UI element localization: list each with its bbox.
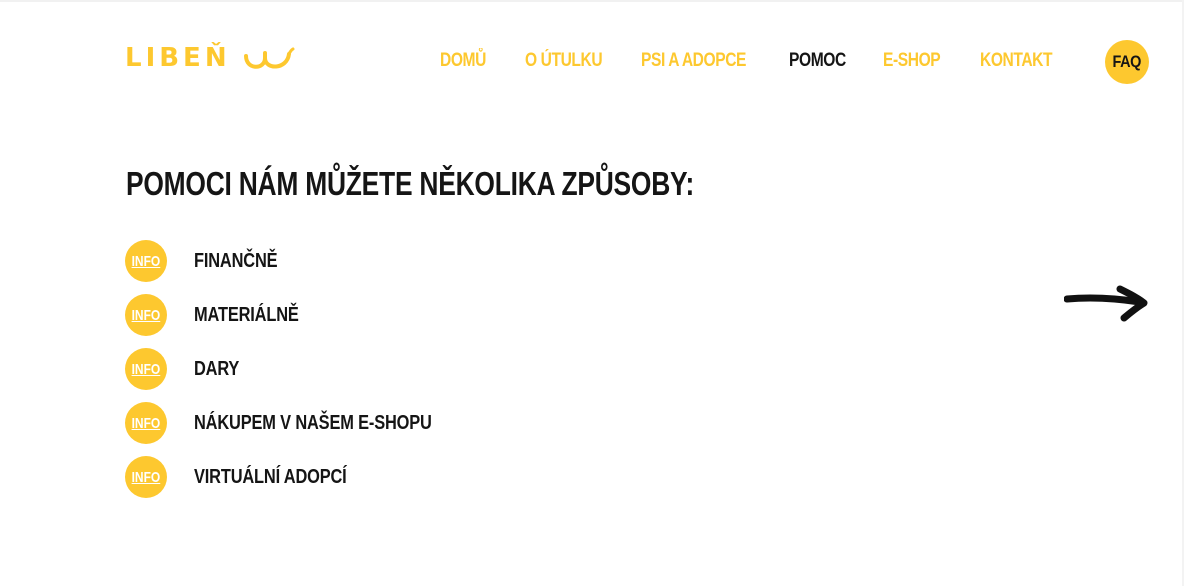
- nav-item-e-shop[interactable]: E-SHOP: [883, 50, 963, 72]
- info-badge[interactable]: INFO: [125, 294, 167, 336]
- nav-item-pomoc[interactable]: POMOC: [789, 50, 866, 72]
- help-option-materialne[interactable]: MATERIÁLNĚ: [194, 304, 299, 327]
- info-badge[interactable]: INFO: [125, 240, 167, 282]
- list-item: INFO FINANČNĚ: [125, 240, 484, 282]
- info-badge-label: INFO: [131, 414, 161, 432]
- info-badge[interactable]: INFO: [125, 456, 167, 498]
- help-options-list: INFO FINANČNĚ INFO MATERIÁLNĚ INFO DARY …: [125, 240, 484, 510]
- faq-button[interactable]: FAQ: [1105, 40, 1149, 84]
- help-option-virtualni-adopce[interactable]: VIRTUÁLNÍ ADOPCÍ: [194, 466, 347, 489]
- info-badge-label: INFO: [131, 252, 161, 270]
- help-option-financne[interactable]: FINANČNĚ: [194, 250, 278, 273]
- nav-item-kontakt[interactable]: KONTAKT: [980, 50, 1054, 72]
- cat-whiskers-icon: [243, 47, 295, 69]
- nav-item-domu[interactable]: DOMŮ: [440, 50, 510, 72]
- info-badge-label: INFO: [131, 360, 161, 378]
- page-heading: POMOCI NÁM MŮŽETE NĚKOLIKA ZPŮSOBY:: [126, 165, 694, 202]
- list-item: INFO DARY: [125, 348, 484, 390]
- info-badge-label: INFO: [131, 306, 161, 324]
- info-badge-label: INFO: [131, 468, 161, 486]
- list-item: INFO MATERIÁLNĚ: [125, 294, 484, 336]
- arrow-right-icon[interactable]: [1064, 284, 1148, 322]
- help-option-eshop[interactable]: NÁKUPEM V NAŠEM E-SHOPU: [194, 412, 432, 435]
- nav-item-psi-a-adopce[interactable]: PSI A ADOPCE: [641, 50, 762, 72]
- logo-text: LIBEŇ: [125, 43, 231, 73]
- help-option-dary[interactable]: DARY: [194, 358, 239, 381]
- site-logo[interactable]: LIBEŇ: [125, 43, 295, 73]
- list-item: INFO NÁKUPEM V NAŠEM E-SHOPU: [125, 402, 484, 444]
- info-badge[interactable]: INFO: [125, 402, 167, 444]
- list-item: INFO VIRTUÁLNÍ ADOPCÍ: [125, 456, 484, 498]
- nav-item-o-utulku[interactable]: O ÚTULKU: [525, 50, 620, 72]
- main-nav: DOMŮ O ÚTULKU PSI A ADOPCE POMOC E-SHOP …: [440, 46, 1070, 76]
- faq-label: FAQ: [1112, 52, 1142, 71]
- info-badge[interactable]: INFO: [125, 348, 167, 390]
- top-border: [0, 0, 1184, 2]
